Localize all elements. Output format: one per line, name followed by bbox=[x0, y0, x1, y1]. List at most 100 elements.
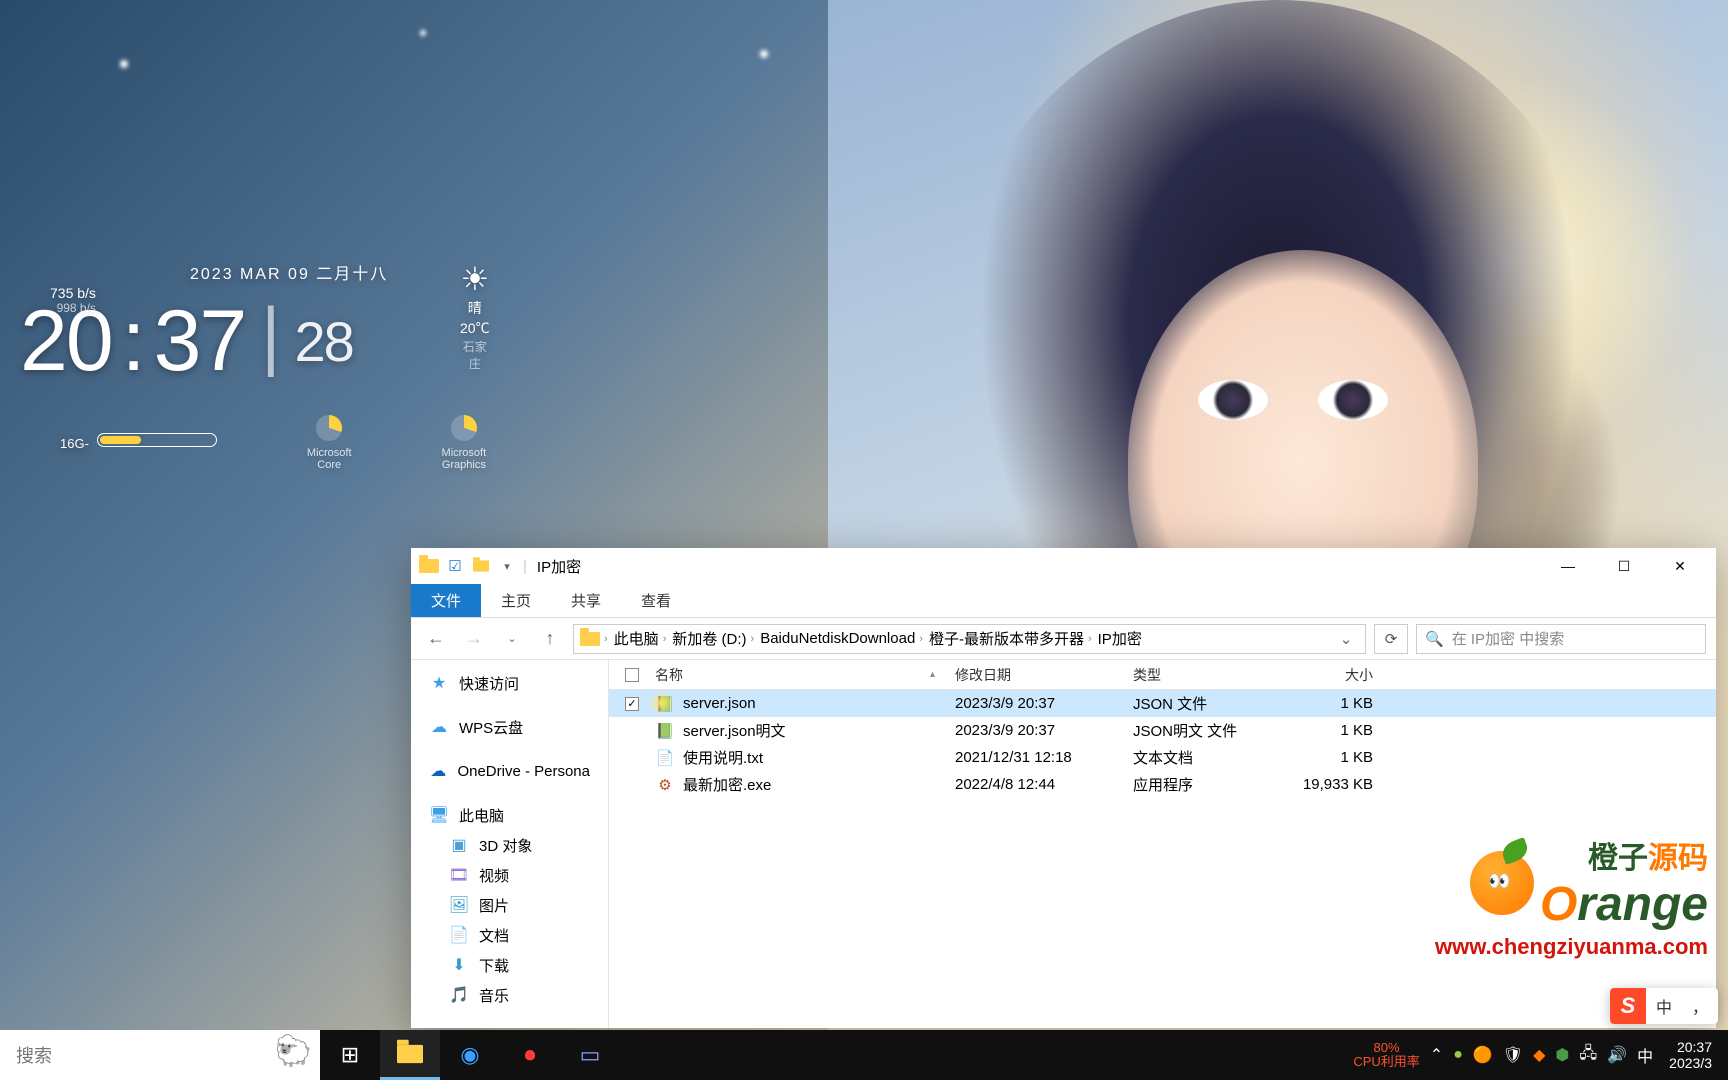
nav-3d-objects[interactable]: ▣3D 对象 bbox=[411, 830, 608, 860]
file-row[interactable]: 📄 使用说明.txt 2021/12/31 12:18 文本文档 1 KB bbox=[609, 744, 1716, 771]
sparkle-icon bbox=[120, 60, 128, 68]
cloud-icon: ☁ bbox=[429, 717, 449, 737]
chevron-right-icon[interactable]: › bbox=[751, 633, 755, 645]
breadcrumb-segment[interactable]: 橙子-最新版本带多开器 bbox=[929, 628, 1084, 649]
file-size: 1 KB bbox=[1273, 695, 1383, 712]
col-date[interactable]: 修改日期 bbox=[945, 665, 1123, 685]
nav-downloads[interactable]: ⬇下载 bbox=[411, 950, 608, 980]
tab-file[interactable]: 文件 bbox=[411, 584, 481, 617]
col-name[interactable]: 名称 bbox=[655, 665, 683, 685]
ime-mode[interactable]: 中 bbox=[1646, 994, 1682, 1018]
close-button[interactable]: ✕ bbox=[1652, 548, 1708, 584]
nav-pictures[interactable]: 🖼图片 bbox=[411, 890, 608, 920]
address-bar[interactable]: › 此电脑 › 新加卷 (D:) › BaiduNetdiskDownload › 橙子… bbox=[573, 624, 1366, 654]
tray-overflow-icon[interactable]: ⌃ bbox=[1430, 1045, 1443, 1065]
taskbar-app-icon[interactable]: ▭ bbox=[560, 1030, 620, 1080]
titlebar[interactable]: ☑ ▾ | IP加密 — ☐ ✕ bbox=[411, 548, 1716, 584]
nav-up-button[interactable]: ↑ bbox=[535, 624, 565, 654]
taskbar-recorder-icon[interactable]: ⏺ bbox=[500, 1030, 560, 1080]
tray-ime-icon[interactable]: 中 bbox=[1637, 1043, 1653, 1067]
nav-recent-dropdown[interactable]: ⌄ bbox=[497, 624, 527, 654]
maximize-button[interactable]: ☐ bbox=[1596, 548, 1652, 584]
chevron-right-icon[interactable]: › bbox=[1088, 633, 1092, 645]
tab-view[interactable]: 查看 bbox=[621, 584, 691, 617]
tray-app-icon[interactable]: ● bbox=[1453, 1046, 1463, 1064]
cpu-percent: 80% bbox=[1353, 1041, 1419, 1055]
file-size: 1 KB bbox=[1273, 749, 1383, 766]
system-tray[interactable]: 80% CPU利用率 ⌃ ● 🟠 🛡 ◆ ⬢ 🖧 🔊 中 20:37 2023/… bbox=[1343, 1039, 1728, 1071]
breadcrumb-segment[interactable]: 此电脑 bbox=[614, 628, 659, 649]
file-row[interactable]: 📗 server.json明文 2023/3/9 20:37 JSON明文 文件… bbox=[609, 717, 1716, 744]
net-down: 735 b/s bbox=[50, 285, 96, 301]
picture-icon: 🖼 bbox=[449, 895, 469, 915]
taskbar-explorer-icon[interactable] bbox=[380, 1030, 440, 1080]
file-row[interactable]: ⚙ 最新加密.exe 2022/4/8 12:44 应用程序 19,933 KB bbox=[609, 771, 1716, 798]
ram-bar bbox=[97, 433, 217, 447]
wallpaper-eye-left bbox=[1198, 380, 1268, 420]
row-checkbox[interactable]: ✓ bbox=[625, 697, 639, 711]
ime-indicator[interactable]: S 中 ， bbox=[1610, 988, 1718, 1024]
file-name: 使用说明.txt bbox=[683, 747, 763, 768]
file-name: 最新加密.exe bbox=[683, 774, 771, 795]
taskbar-search[interactable]: 搜索 🐑 bbox=[0, 1030, 320, 1080]
chevron-right-icon[interactable]: › bbox=[604, 633, 608, 645]
minimize-button[interactable]: — bbox=[1540, 548, 1596, 584]
tray-time: 20:37 bbox=[1669, 1039, 1712, 1055]
tray-app-icon[interactable]: ◆ bbox=[1533, 1045, 1545, 1065]
file-date: 2021/12/31 12:18 bbox=[945, 749, 1123, 766]
nav-forward-button[interactable]: → bbox=[459, 624, 489, 654]
column-headers[interactable]: 名称▴ 修改日期 类型 大小 bbox=[609, 660, 1716, 690]
json-file-icon: 📗 bbox=[655, 721, 675, 741]
cursor-busy-icon bbox=[649, 691, 673, 715]
brand-en: range bbox=[1577, 878, 1708, 931]
nav-this-pc[interactable]: 🖥此电脑 bbox=[411, 800, 608, 830]
ime-punct[interactable]: ， bbox=[1682, 994, 1718, 1018]
nav-documents[interactable]: 📄文档 bbox=[411, 920, 608, 950]
taskbar[interactable]: 搜索 🐑 ⊞ ◉ ⏺ ▭ 80% CPU利用率 ⌃ ● 🟠 🛡 ◆ ⬢ 🖧 🔊 … bbox=[0, 1030, 1728, 1080]
tray-app-icon[interactable]: ⬢ bbox=[1555, 1045, 1569, 1065]
tab-share[interactable]: 共享 bbox=[551, 584, 621, 617]
refresh-button[interactable]: ⟳ bbox=[1374, 624, 1408, 654]
tray-volume-icon[interactable]: 🔊 bbox=[1607, 1045, 1627, 1065]
sogou-logo-icon: S bbox=[1610, 988, 1646, 1024]
chevron-right-icon[interactable]: › bbox=[663, 633, 667, 645]
qat-newfolder-icon[interactable] bbox=[471, 556, 491, 576]
address-dropdown-icon[interactable]: ⌄ bbox=[1333, 630, 1359, 648]
task-view-button[interactable]: ⊞ bbox=[320, 1030, 380, 1080]
breadcrumb-segment[interactable]: IP加密 bbox=[1098, 628, 1142, 649]
nav-onedrive[interactable]: ☁OneDrive - Persona bbox=[411, 756, 608, 786]
cpu-brand: Microsoft bbox=[307, 447, 352, 459]
tray-app-icon[interactable]: 🟠 bbox=[1473, 1045, 1493, 1065]
col-type[interactable]: 类型 bbox=[1123, 665, 1273, 685]
search-doodle-icon: 🐑 bbox=[275, 1034, 312, 1069]
nav-music[interactable]: 🎵音乐 bbox=[411, 980, 608, 1010]
cpu-label: CPU利用率 bbox=[1353, 1055, 1419, 1069]
tray-security-icon[interactable]: 🛡 bbox=[1503, 1045, 1523, 1065]
nav-videos[interactable]: 🎞视频 bbox=[411, 860, 608, 890]
breadcrumb-segment[interactable]: 新加卷 (D:) bbox=[672, 628, 746, 649]
tray-cpu-monitor[interactable]: 80% CPU利用率 bbox=[1353, 1041, 1419, 1069]
chevron-right-icon[interactable]: › bbox=[919, 633, 923, 645]
file-row[interactable]: ✓ 📗 server.json 2023/3/9 20:37 JSON 文件 1… bbox=[609, 690, 1716, 717]
qat-dropdown-icon[interactable]: ▾ bbox=[497, 556, 517, 576]
nav-quick-access[interactable]: ★快速访问 bbox=[411, 668, 608, 698]
breadcrumb-segment[interactable]: BaiduNetdiskDownload bbox=[760, 630, 915, 647]
select-all-checkbox[interactable] bbox=[625, 668, 639, 682]
orange-mascot-icon bbox=[1470, 851, 1534, 915]
col-size[interactable]: 大小 bbox=[1273, 665, 1383, 685]
wallpaper-eye-right bbox=[1318, 380, 1388, 420]
search-input[interactable]: 🔍 在 IP加密 中搜索 bbox=[1416, 624, 1706, 654]
cpu-pie-icon bbox=[316, 415, 342, 441]
tray-network-icon[interactable]: 🖧 bbox=[1579, 1042, 1597, 1069]
gpu-monitor: Microsoft Graphics bbox=[442, 415, 487, 471]
gpu-pie-icon bbox=[451, 415, 477, 441]
tab-home[interactable]: 主页 bbox=[481, 584, 551, 617]
file-size: 1 KB bbox=[1273, 722, 1383, 739]
qat-properties-icon[interactable]: ☑ bbox=[445, 556, 465, 576]
nav-wps-cloud[interactable]: ☁WPS云盘 bbox=[411, 712, 608, 742]
tray-clock[interactable]: 20:37 2023/3 bbox=[1663, 1039, 1718, 1071]
taskbar-browser-icon[interactable]: ◉ bbox=[440, 1030, 500, 1080]
folder-icon bbox=[580, 632, 600, 646]
navigation-pane[interactable]: ★快速访问 ☁WPS云盘 ☁OneDrive - Persona 🖥此电脑 ▣3… bbox=[411, 660, 609, 1028]
nav-back-button[interactable]: ← bbox=[421, 624, 451, 654]
